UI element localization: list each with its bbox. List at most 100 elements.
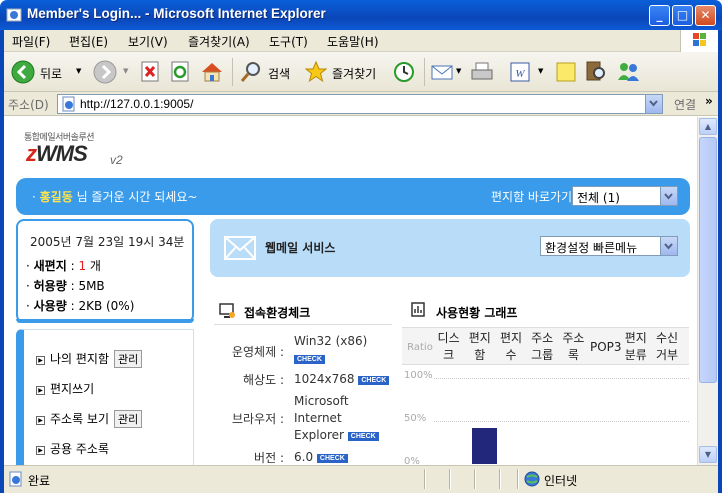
internet-globe-icon (524, 471, 540, 487)
home-button[interactable] (200, 58, 226, 86)
greeting-banner: · 홍길동 님 즐거운 시간 되세요~ 편지함 바로가기 전체 (1) (16, 178, 690, 215)
note-icon (556, 62, 576, 82)
logo-version: v2 (110, 153, 123, 167)
back-dropdown-icon[interactable]: ▼ (76, 67, 81, 75)
window-frame-right (718, 30, 722, 493)
status-separator (517, 469, 519, 489)
status-separator (474, 469, 476, 489)
address-input[interactable]: http://127.0.0.1:9005/ (57, 94, 663, 114)
stop-button[interactable] (140, 58, 164, 86)
env-resolution-row: 해상도 : 1024x768 CHECK (214, 371, 394, 389)
edit-dropdown-icon[interactable]: ▼ (538, 67, 543, 75)
env-version-row: 버전 : 6.0 CHECK (214, 449, 394, 465)
mailbox-shortcut-select[interactable]: 전체 (1) (572, 186, 678, 206)
usage-y-tick: 100% (404, 370, 433, 381)
scroll-up-button[interactable]: ▲ (699, 118, 717, 135)
back-button[interactable]: 뒤로 (10, 58, 72, 86)
mail-dropdown-icon[interactable]: ▼ (456, 67, 461, 75)
messenger-button[interactable] (616, 58, 644, 86)
print-button[interactable] (470, 58, 496, 86)
menu-favorites[interactable]: 즐겨찾기(A) (188, 33, 250, 50)
mailbox-shortcut-label: 편지함 바로가기 (491, 190, 573, 204)
manage-address-book-button[interactable]: 관리 (114, 410, 143, 428)
maximize-button[interactable]: □ (672, 5, 693, 26)
status-separator (449, 469, 451, 489)
search-label: 검색 (268, 67, 291, 81)
go-button[interactable]: 연결 (674, 96, 696, 113)
side-menu-compose[interactable]: ▶ 편지쓰기 (36, 380, 94, 397)
vertical-scrollbar[interactable]: ▲ ▼ (697, 117, 718, 465)
browser-check-button[interactable]: CHECK (347, 432, 379, 441)
back-label: 뒤로 (40, 67, 63, 81)
research-button[interactable] (584, 58, 608, 86)
env-os-row: 운영체제 : Win32 (x86) CHECK (214, 333, 394, 369)
logo-z: z (26, 141, 37, 166)
refresh-button[interactable] (170, 58, 194, 86)
usage-column-3: 편지수 (499, 331, 523, 362)
usage-bar-2 (472, 427, 498, 464)
envelope-icon (224, 236, 256, 260)
resolution-check-button[interactable]: CHECK (358, 376, 390, 385)
env-browser-row: 브라우저 : Microsoft Internet Explorer CHECK (214, 393, 394, 447)
page-viewport: 통합메일서버솔루션 zWMS v2 · 홍길동 님 즐거운 시간 되세요~ 편지… (4, 117, 697, 465)
discuss-button[interactable] (554, 58, 578, 86)
forward-dropdown-icon[interactable]: ▼ (123, 67, 128, 75)
chevron-down-icon[interactable] (660, 187, 677, 205)
webmail-service-panel: 웹메일 서비스 환경설정 빠른메뉴 (210, 219, 690, 277)
toolbar-separator (424, 58, 425, 86)
history-icon (394, 62, 414, 82)
side-menu-address-book[interactable]: ▶ 주소록 보기 관리 (36, 410, 143, 428)
edit-button[interactable]: W (508, 58, 534, 86)
os-check-button[interactable]: CHECK (294, 355, 325, 364)
printer-icon (471, 62, 493, 80)
usage-graph-title: 사용현황 그래프 (436, 306, 518, 320)
address-bar: 주소(D) http://127.0.0.1:9005/ 연결 » (4, 92, 718, 116)
usage-column-2: 편지함 (468, 331, 491, 362)
standard-toolbar: 뒤로 ▼ ▼ 검색 즐겨찾기 ▼ W ▼ (4, 52, 718, 92)
menu-file[interactable]: 파일(F) (12, 33, 50, 50)
address-label: 주소(D) (8, 98, 49, 112)
refresh-icon (171, 61, 189, 82)
settings-quick-menu-select[interactable]: 환경설정 빠른메뉴 (540, 236, 678, 256)
menu-tools[interactable]: 도구(T) (269, 33, 308, 50)
chevron-down-icon[interactable] (660, 237, 677, 255)
arrow-right-icon: ▶ (36, 356, 45, 365)
menu-edit[interactable]: 편집(E) (69, 33, 108, 50)
side-menu-my-mailbox[interactable]: ▶ 나의 편지함 관리 (36, 350, 143, 368)
mail-button[interactable]: ▼ (430, 58, 461, 86)
close-button[interactable]: ✕ (695, 5, 716, 26)
toolbar-overflow-icon[interactable]: » (705, 94, 713, 108)
scroll-down-button[interactable]: ▼ (699, 446, 717, 463)
forward-arrow-icon (93, 60, 117, 84)
windows-logo-icon (680, 30, 718, 52)
favorites-button[interactable]: 즐겨찾기 (304, 58, 386, 86)
monitor-check-icon (219, 303, 235, 318)
menu-help[interactable]: 도움말(H) (327, 33, 379, 50)
usage-graph-icon (411, 302, 425, 317)
menu-bar: 파일(F) 편집(E) 보기(V) 즐겨찾기(A) 도구(T) 도움말(H) (4, 30, 718, 52)
side-menu-public-address-book[interactable]: ▶ 공용 주소록 (36, 440, 109, 457)
env-version-value: 6.0 CHECK (294, 449, 394, 465)
logo-wms: WMS (36, 141, 88, 166)
manage-mailbox-button[interactable]: 관리 (114, 350, 143, 368)
history-button[interactable] (392, 58, 418, 86)
usage-column-4: 주소그룹 (531, 331, 554, 362)
env-resolution-value: 1024x768 CHECK (294, 371, 404, 388)
page-icon (62, 96, 75, 112)
address-dropdown-button[interactable] (645, 95, 662, 113)
favorites-label: 즐겨찾기 (332, 67, 377, 81)
title-bar[interactable]: Member's Login... - Microsoft Internet E… (0, 0, 722, 30)
greeting-text: · 홍길동 님 즐거운 시간 되세요~ (32, 190, 198, 204)
current-datetime: 2005년 7월 23일 19시 34분 (30, 235, 185, 249)
search-button[interactable]: 검색 (240, 58, 300, 86)
forward-button[interactable] (92, 58, 118, 86)
env-browser-key: 브라우저 : (231, 412, 284, 426)
version-check-button[interactable]: CHECK (316, 454, 348, 463)
research-icon (586, 61, 605, 81)
security-zone: 인터넷 (544, 474, 578, 488)
usage-column-8: 수신거부 (655, 331, 679, 362)
minimize-button[interactable]: _ (649, 5, 670, 26)
menu-view[interactable]: 보기(V) (128, 33, 168, 50)
page-done-icon (9, 471, 22, 487)
scroll-thumb[interactable] (699, 137, 717, 383)
